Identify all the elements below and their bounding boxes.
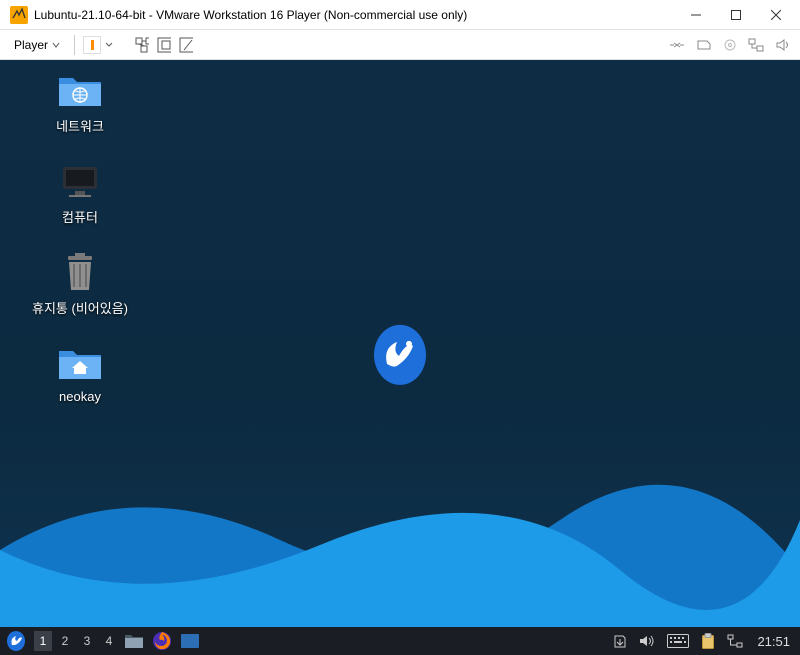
desktop-icon-label: neokay bbox=[59, 389, 101, 404]
file-manager-launcher[interactable] bbox=[122, 629, 146, 653]
fullscreen-button[interactable] bbox=[155, 36, 173, 54]
vmware-toolbar: Player bbox=[0, 30, 800, 60]
vmware-app-icon bbox=[10, 6, 28, 24]
removable-media-icon[interactable] bbox=[613, 633, 627, 649]
workspace-button-4[interactable]: 4 bbox=[100, 631, 118, 651]
desktop-icon-label: 휴지통 (비어있음) bbox=[32, 298, 128, 317]
toolbar-status-icons bbox=[670, 38, 792, 52]
workspace-button-1[interactable]: 1 bbox=[34, 631, 52, 651]
system-tray bbox=[613, 633, 743, 649]
start-menu-button[interactable] bbox=[4, 629, 28, 653]
wallpaper-waves bbox=[0, 430, 800, 630]
network-status-icon[interactable] bbox=[727, 634, 743, 648]
toolbar-separator bbox=[74, 35, 75, 55]
lubuntu-logo-icon bbox=[373, 323, 427, 385]
trash-desktop-icon[interactable]: 휴지통 (비어있음) bbox=[0, 252, 160, 317]
folder-home-icon bbox=[57, 343, 103, 383]
disk-icon[interactable] bbox=[696, 39, 712, 51]
keyboard-layout-icon[interactable] bbox=[667, 634, 689, 648]
sound-icon[interactable] bbox=[776, 39, 792, 51]
home-folder-desktop-icon[interactable]: neokay bbox=[0, 343, 160, 404]
show-desktop-button[interactable] bbox=[178, 629, 202, 653]
lxqt-panel: 1 2 3 4 21:51 bbox=[0, 627, 800, 655]
window-controls bbox=[676, 0, 796, 30]
player-menu-button[interactable]: Player bbox=[8, 35, 66, 55]
clipboard-icon[interactable] bbox=[701, 633, 715, 649]
workspace-button-2[interactable]: 2 bbox=[56, 631, 74, 651]
workspace-button-3[interactable]: 3 bbox=[78, 631, 96, 651]
host-window-titlebar: Lubuntu-21.10-64-bit - VMware Workstatio… bbox=[0, 0, 800, 30]
desktop-icon-label: 컴퓨터 bbox=[62, 207, 98, 226]
send-ctrl-alt-del-button[interactable] bbox=[133, 36, 151, 54]
desktop-icon-area: 네트워크 컴퓨터 휴지통 (비어있음) neokay bbox=[0, 70, 160, 430]
desktop-icon-label: 네트워크 bbox=[56, 116, 104, 135]
player-menu-label: Player bbox=[14, 38, 48, 52]
computer-icon bbox=[57, 161, 103, 201]
maximize-button[interactable] bbox=[716, 0, 756, 30]
firefox-launcher[interactable] bbox=[150, 629, 174, 653]
unity-mode-button[interactable] bbox=[177, 36, 195, 54]
connection-icon[interactable] bbox=[670, 40, 684, 50]
window-title: Lubuntu-21.10-64-bit - VMware Workstatio… bbox=[34, 8, 676, 22]
pause-vm-button[interactable] bbox=[83, 36, 101, 54]
network-adapter-icon[interactable] bbox=[748, 38, 764, 52]
volume-icon[interactable] bbox=[639, 634, 655, 648]
guest-desktop[interactable]: 네트워크 컴퓨터 휴지통 (비어있음) neokay 1 2 3 4 bbox=[0, 60, 800, 655]
trash-icon bbox=[57, 252, 103, 292]
minimize-button[interactable] bbox=[676, 0, 716, 30]
close-button[interactable] bbox=[756, 0, 796, 30]
network-desktop-icon[interactable]: 네트워크 bbox=[0, 70, 160, 135]
folder-network-icon bbox=[57, 70, 103, 110]
chevron-down-icon[interactable] bbox=[105, 41, 113, 49]
cd-icon[interactable] bbox=[724, 39, 736, 51]
computer-desktop-icon[interactable]: 컴퓨터 bbox=[0, 161, 160, 226]
panel-clock[interactable]: 21:51 bbox=[757, 634, 790, 649]
